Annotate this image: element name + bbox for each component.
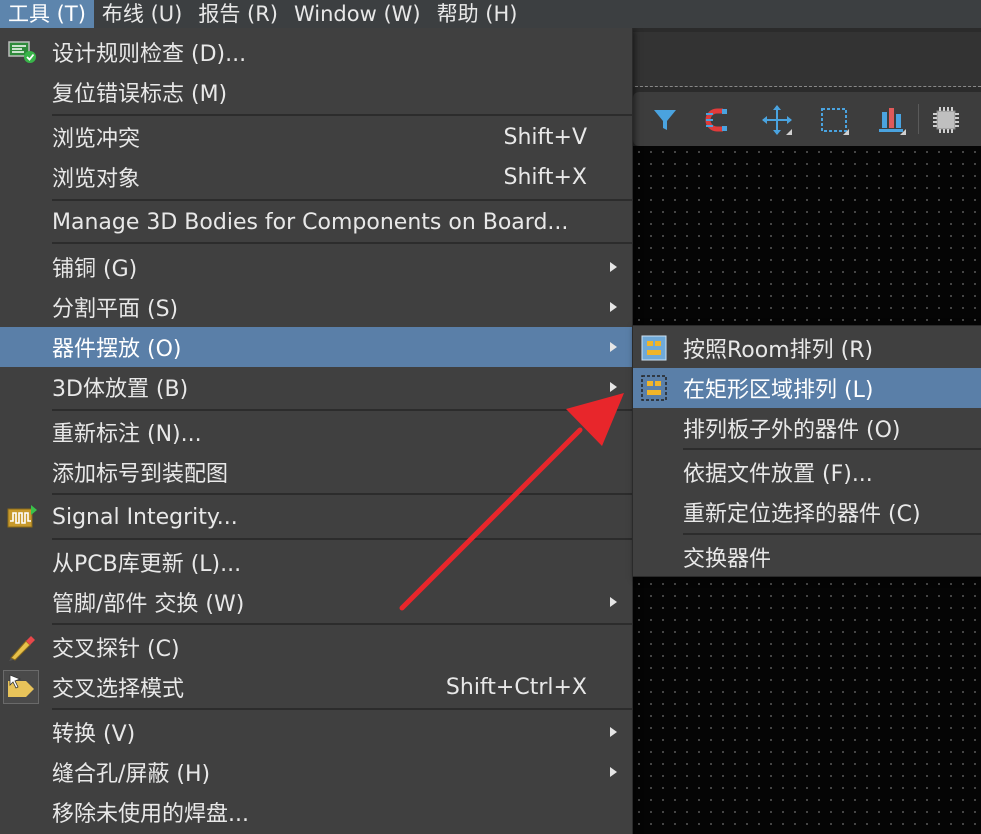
submenu-item-arrange-within-room[interactable]: 按照Room排列 (R) [633, 328, 981, 368]
menu-item-label: 从PCB库更新 (L)... [52, 552, 242, 577]
menu-item-label: 缝合孔/屏蔽 (H) [52, 762, 211, 787]
menu-separator [683, 533, 981, 535]
menu-item-cross-probe[interactable]: 交叉探针 (C) [0, 627, 632, 667]
menu-item-label: 器件摆放 (O) [52, 337, 182, 362]
menu-separator [52, 199, 632, 201]
menu-item-signal-integrity[interactable]: Signal Integrity... [0, 497, 632, 537]
submenu-arrow-icon [610, 382, 617, 392]
drc-check-icon [6, 38, 38, 66]
route-magnet-icon[interactable] [703, 102, 739, 138]
menu-item-label: 铺铜 (G) [52, 257, 138, 282]
menu-help[interactable]: 帮助 (H) [429, 0, 526, 28]
menu-item-3d-body-placement[interactable]: 3D体放置 (B) [0, 367, 632, 407]
submenu-arrow-icon [610, 727, 617, 737]
submenu-item-label: 重新定位选择的器件 (C) [683, 502, 921, 527]
select-rect-icon[interactable] [816, 102, 852, 138]
submenu-item-label: 按照Room排列 (R) [683, 338, 874, 363]
submenu-item-label: 在矩形区域排列 (L) [683, 378, 874, 403]
menubar: 工具 (T) 布线 (U) 报告 (R) Window (W) 帮助 (H) [0, 0, 981, 28]
arrange-room-icon [639, 333, 669, 363]
submenu-item-swap-components[interactable]: 交换器件 [633, 537, 981, 577]
menu-item-convert[interactable]: 转换 (V) [0, 712, 632, 752]
tools-menu: 设计规则检查 (D)... 复位错误标志 (M) 浏览冲突 Shift+V 浏览… [0, 28, 633, 834]
menu-item-pin-part-swap[interactable]: 管脚/部件 交换 (W) [0, 582, 632, 622]
menu-item-drc[interactable]: 设计规则检查 (D)... [0, 32, 632, 72]
menu-reports[interactable]: 报告 (R) [190, 0, 286, 28]
submenu-arrow-icon [610, 767, 617, 777]
cross-probe-icon [6, 633, 38, 661]
menu-item-label: Manage 3D Bodies for Components on Board… [52, 209, 569, 235]
menu-item-label: 添加标号到装配图 [52, 462, 229, 487]
submenu-arrow-icon [610, 597, 617, 607]
menu-separator [52, 538, 632, 540]
pcb-active-toolbar [633, 92, 981, 146]
move-icon[interactable] [759, 102, 795, 138]
menu-item-shortcut: Shift+Ctrl+X [445, 674, 587, 700]
menu-item-label: Signal Integrity... [52, 504, 238, 530]
align-icon[interactable] [873, 102, 909, 138]
toolbar-divider [918, 104, 919, 134]
submenu-arrow-icon [610, 302, 617, 312]
menu-item-reset-error-markers[interactable]: 复位错误标志 (M) [0, 72, 632, 112]
submenu-item-place-from-file[interactable]: 依据文件放置 (F)... [633, 452, 981, 492]
menu-item-label: 3D体放置 (B) [52, 377, 189, 402]
menu-item-label: 浏览对象 [52, 167, 141, 192]
menu-item-remove-unused-pads[interactable]: 移除未使用的焊盘... [0, 792, 632, 832]
menu-item-label: 交叉探针 (C) [52, 637, 180, 662]
submenu-arrow-icon [610, 342, 617, 352]
submenu-arrow-icon [610, 262, 617, 272]
menu-separator [52, 409, 632, 411]
submenu-item-reposition-selected[interactable]: 重新定位选择的器件 (C) [633, 492, 981, 532]
submenu-item-label: 交换器件 [683, 547, 772, 572]
menu-item-manage-3d-bodies[interactable]: Manage 3D Bodies for Components on Board… [0, 202, 632, 242]
menu-item-label: 设计规则检查 (D)... [52, 42, 247, 67]
menu-item-cross-select-mode[interactable]: 交叉选择模式 Shift+Ctrl+X [0, 667, 632, 707]
menu-item-browse-objects[interactable]: 浏览对象 Shift+X [0, 157, 632, 197]
menu-separator [52, 242, 632, 244]
submenu-item-arrange-within-rectangle[interactable]: 在矩形区域排列 (L) [633, 368, 981, 408]
menu-separator [52, 114, 632, 116]
arrange-rectangle-icon [639, 373, 669, 403]
menu-separator [683, 448, 981, 450]
menu-item-update-from-pcb-library[interactable]: 从PCB库更新 (L)... [0, 542, 632, 582]
submenu-item-label: 依据文件放置 (F)... [683, 462, 873, 487]
menu-item-label: 浏览冲突 [52, 127, 141, 152]
menu-item-split-planes[interactable]: 分割平面 (S) [0, 287, 632, 327]
submenu-item-label: 排列板子外的器件 (O) [683, 418, 901, 443]
cross-select-icon [3, 670, 39, 704]
menu-item-browse-violations[interactable]: 浏览冲突 Shift+V [0, 117, 632, 157]
menu-item-polygon-pours[interactable]: 铺铜 (G) [0, 247, 632, 287]
menu-item-label: 复位错误标志 (M) [52, 82, 228, 107]
menu-item-label: 移除未使用的焊盘... [52, 802, 249, 827]
menu-item-component-placement[interactable]: 器件摆放 (O) [0, 327, 632, 367]
menu-item-label: 分割平面 (S) [52, 297, 179, 322]
menu-item-via-stitching-shielding[interactable]: 缝合孔/屏蔽 (H) [0, 752, 632, 792]
menu-item-label: 交叉选择模式 [52, 677, 185, 702]
menu-item-label: 管脚/部件 交换 (W) [52, 592, 245, 617]
component-placement-submenu: 按照Room排列 (R) 在矩形区域排列 (L) 排列板子外的器件 (O) 依据… [632, 325, 981, 577]
signal-integrity-icon [6, 503, 38, 531]
submenu-item-arrange-outside-board[interactable]: 排列板子外的器件 (O) [633, 408, 981, 448]
menu-item-shortcut: Shift+V [503, 124, 588, 150]
menu-window[interactable]: Window (W) [286, 0, 429, 28]
menu-item-label: 转换 (V) [52, 722, 136, 747]
menu-item-add-designators[interactable]: 添加标号到装配图 [0, 452, 632, 492]
menu-separator [52, 708, 632, 710]
menu-tools[interactable]: 工具 (T) [0, 0, 94, 28]
menu-item-shortcut: Shift+X [503, 164, 587, 190]
menu-item-label: 重新标注 (N)... [52, 422, 202, 447]
component-icon[interactable] [928, 102, 964, 138]
document-tab-bar [630, 32, 981, 87]
menu-route[interactable]: 布线 (U) [94, 0, 190, 28]
menu-item-re-annotate[interactable]: 重新标注 (N)... [0, 412, 632, 452]
filter-icon[interactable] [647, 102, 683, 138]
menu-separator [52, 623, 632, 625]
menu-separator [52, 493, 632, 495]
